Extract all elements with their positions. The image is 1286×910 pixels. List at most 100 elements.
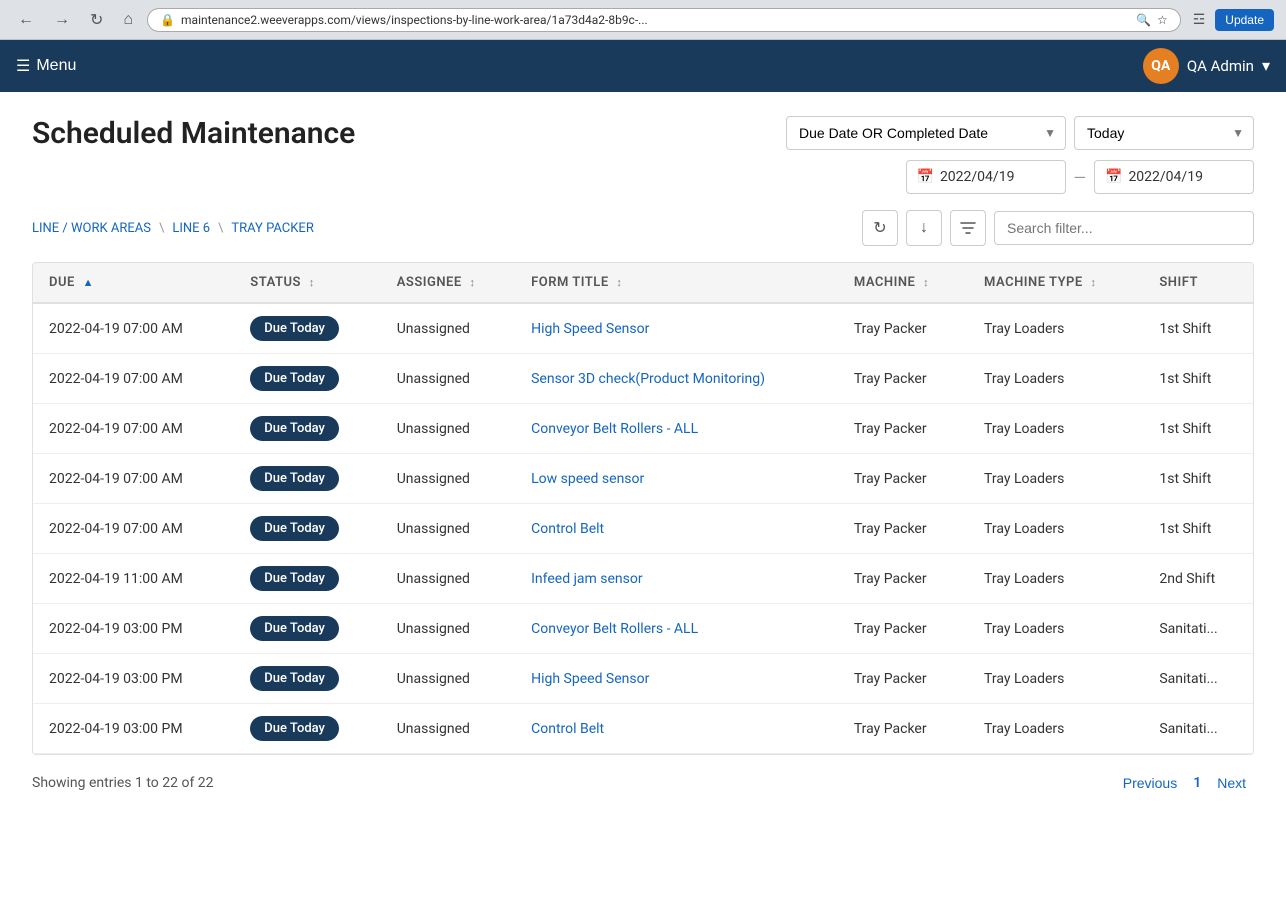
date-to-value: 2022/04/19 [1128, 169, 1203, 185]
next-button[interactable]: Next [1209, 771, 1254, 795]
page-header: Scheduled Maintenance Due Date OR Comple… [32, 116, 1254, 194]
filter-row-1: Due Date OR Completed Date ▼ Today ▼ [786, 116, 1254, 150]
avatar: QA [1143, 48, 1179, 84]
user-name: QA Admin [1187, 57, 1254, 75]
cell-status: Due Today [234, 504, 380, 554]
cell-machine: Tray Packer [838, 303, 968, 354]
breadcrumb-item-line6[interactable]: LINE 6 [172, 221, 210, 236]
table-row: 2022-04-19 07:00 AM Due Today Unassigned… [33, 454, 1253, 504]
breadcrumb-item-line-work-areas[interactable]: LINE / WORK AREAS [32, 221, 151, 236]
cell-assignee: Unassigned [381, 604, 515, 654]
menu-button[interactable]: ☰ Menu [16, 56, 76, 76]
cell-form-title: Infeed jam sensor [515, 554, 838, 604]
breadcrumb-item-tray-packer[interactable]: TRAY PACKER [231, 221, 313, 236]
form-title-link[interactable]: Conveyor Belt Rollers - ALL [531, 421, 698, 437]
cell-shift: 1st Shift [1143, 303, 1253, 354]
status-badge: Due Today [250, 516, 339, 541]
cell-machine: Tray Packer [838, 704, 968, 754]
table-container: DUE ▲ STATUS ↕ ASSIGNEE ↕ FORM TITLE ↕ [32, 262, 1254, 755]
table-row: 2022-04-19 07:00 AM Due Today Unassigned… [33, 354, 1253, 404]
filter-button[interactable] [950, 210, 986, 246]
cell-machine-type: Tray Loaders [968, 404, 1143, 454]
breadcrumb-sep-2: \ [218, 221, 223, 236]
cell-due: 2022-04-19 07:00 AM [33, 454, 234, 504]
sort-icon-machine: ↕ [923, 276, 929, 289]
search-input[interactable] [994, 211, 1254, 245]
form-title-link[interactable]: High Speed Sensor [531, 671, 649, 687]
cell-assignee: Unassigned [381, 504, 515, 554]
cell-machine-type: Tray Loaders [968, 504, 1143, 554]
form-title-link[interactable]: Infeed jam sensor [531, 571, 643, 587]
hamburger-icon: ☰ [16, 56, 30, 76]
cell-shift: 1st Shift [1143, 354, 1253, 404]
cell-due: 2022-04-19 03:00 PM [33, 604, 234, 654]
browser-bar: ← → ↻ ⌂ 🔒 maintenance2.weeverapps.com/vi… [0, 0, 1286, 40]
form-title-link[interactable]: Sensor 3D check(Product Monitoring) [531, 371, 765, 387]
date-from-input[interactable]: 📅 2022/04/19 [906, 160, 1066, 194]
sort-icon-machine-type: ↕ [1090, 276, 1096, 289]
home-button[interactable]: ⌂ [117, 9, 139, 31]
cell-assignee: Unassigned [381, 654, 515, 704]
cell-status: Due Today [234, 554, 380, 604]
col-form-title-label: FORM TITLE [531, 275, 609, 290]
form-title-link[interactable]: Low speed sensor [531, 471, 644, 487]
status-badge: Due Today [250, 416, 339, 441]
col-shift[interactable]: SHIFT [1143, 263, 1253, 303]
cell-machine-type: Tray Loaders [968, 303, 1143, 354]
back-button[interactable]: ← [12, 9, 40, 31]
extensions-button[interactable]: ☲ [1189, 9, 1210, 30]
user-dropdown-button[interactable]: ▾ [1262, 56, 1270, 76]
forward-button[interactable]: → [48, 9, 76, 31]
sort-icon-status: ↕ [309, 276, 315, 289]
col-machine[interactable]: MACHINE ↕ [838, 263, 968, 303]
breadcrumb-sep-1: \ [159, 221, 164, 236]
cell-status: Due Today [234, 454, 380, 504]
col-machine-type[interactable]: MACHINE TYPE ↕ [968, 263, 1143, 303]
update-button[interactable]: Update [1215, 9, 1274, 31]
col-form-title[interactable]: FORM TITLE ↕ [515, 263, 838, 303]
cell-machine: Tray Packer [838, 454, 968, 504]
cell-shift: 1st Shift [1143, 504, 1253, 554]
form-title-link[interactable]: Control Belt [531, 721, 604, 737]
filter-controls: Due Date OR Completed Date ▼ Today ▼ 📅 2… [786, 116, 1254, 194]
cell-form-title: Control Belt [515, 504, 838, 554]
form-title-link[interactable]: High Speed Sensor [531, 321, 649, 337]
cell-status: Due Today [234, 303, 380, 354]
refresh-button[interactable]: ↻ [862, 210, 898, 246]
cell-machine: Tray Packer [838, 554, 968, 604]
col-machine-label: MACHINE [854, 275, 916, 290]
browser-extension-icons: ☲ Update [1189, 9, 1274, 31]
form-title-link[interactable]: Conveyor Belt Rollers - ALL [531, 621, 698, 637]
date-from-value: 2022/04/19 [940, 169, 1015, 185]
date-to-input[interactable]: 📅 2022/04/19 [1094, 160, 1254, 194]
reload-button[interactable]: ↻ [84, 8, 109, 32]
cell-machine-type: Tray Loaders [968, 654, 1143, 704]
form-title-link[interactable]: Control Belt [531, 521, 604, 537]
cell-form-title: High Speed Sensor [515, 303, 838, 354]
col-due[interactable]: DUE ▲ [33, 263, 234, 303]
sort-icon-form-title: ↕ [616, 276, 622, 289]
cell-shift: 2nd Shift [1143, 554, 1253, 604]
table-row: 2022-04-19 07:00 AM Due Today Unassigned… [33, 303, 1253, 354]
col-assignee-label: ASSIGNEE [397, 275, 462, 290]
status-badge: Due Today [250, 716, 339, 741]
footer: Showing entries 1 to 22 of 22 Previous 1… [32, 755, 1254, 795]
cell-due: 2022-04-19 11:00 AM [33, 554, 234, 604]
cell-status: Due Today [234, 604, 380, 654]
cell-shift: Sanitati... [1143, 654, 1253, 704]
cell-assignee: Unassigned [381, 303, 515, 354]
date-separator: — [1074, 168, 1087, 187]
table-row: 2022-04-19 03:00 PM Due Today Unassigned… [33, 654, 1253, 704]
table-row: 2022-04-19 07:00 AM Due Today Unassigned… [33, 504, 1253, 554]
col-status-label: STATUS [250, 275, 301, 290]
search-wrapper [994, 211, 1254, 245]
cell-form-title: Sensor 3D check(Product Monitoring) [515, 354, 838, 404]
col-assignee[interactable]: ASSIGNEE ↕ [381, 263, 515, 303]
date-type-dropdown[interactable]: Due Date OR Completed Date [786, 116, 1066, 150]
table-row: 2022-04-19 03:00 PM Due Today Unassigned… [33, 604, 1253, 654]
previous-button[interactable]: Previous [1115, 771, 1185, 795]
download-button[interactable]: ↓ [906, 210, 942, 246]
cell-assignee: Unassigned [381, 354, 515, 404]
col-status[interactable]: STATUS ↕ [234, 263, 380, 303]
date-range-dropdown[interactable]: Today [1074, 116, 1254, 150]
